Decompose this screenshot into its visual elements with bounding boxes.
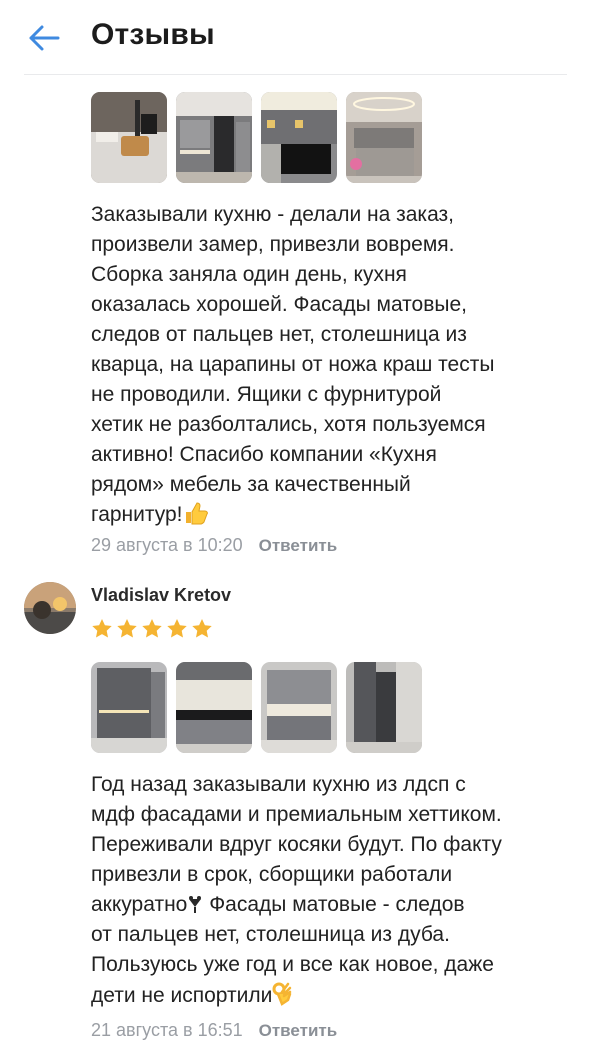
- review-text: Заказывали кухню - делали на заказ, прои…: [91, 203, 495, 526]
- kitchen-photo[interactable]: [176, 662, 252, 753]
- review-author[interactable]: Vladislav Kretov: [91, 585, 231, 606]
- star-icon: [142, 619, 162, 638]
- page-title: Отзывы: [91, 18, 215, 51]
- thumbs-up-icon: [185, 502, 208, 525]
- review-date: 29 августа в 10:20: [91, 535, 243, 555]
- review-photos: [91, 662, 422, 753]
- back-button[interactable]: [22, 18, 66, 58]
- star-icon: [117, 619, 137, 638]
- review-text: Год назад заказывали кухню из лдсп с мдф…: [91, 770, 571, 1011]
- review-text-line: мдф фасадами и премиальным хеттиком.: [91, 803, 502, 826]
- kitchen-photo[interactable]: [346, 92, 422, 183]
- rating-stars: [90, 617, 214, 641]
- review-photos: [91, 92, 422, 183]
- review-date: 21 августа в 16:51: [91, 1020, 243, 1040]
- review-text-line: Пользуюсь уже год и все как новое, даже: [91, 953, 494, 976]
- star-icon: [192, 619, 212, 638]
- app-header: Отзывы: [0, 0, 591, 74]
- review-text-line: дети не испортили: [91, 980, 571, 1011]
- kitchen-photo[interactable]: [176, 92, 252, 183]
- review-meta: 21 августа в 16:51 Ответить: [91, 1020, 337, 1041]
- reply-button[interactable]: Ответить: [259, 1021, 338, 1041]
- reply-button[interactable]: Ответить: [259, 536, 338, 556]
- sparkle-icon: [189, 896, 202, 913]
- ok-hand-icon: [272, 982, 292, 1006]
- kitchen-photo[interactable]: [91, 92, 167, 183]
- review-text-line: от пальцев нет, столешница из дуба.: [91, 923, 450, 946]
- review-text-line: Год назад заказывали кухню из лдсп с: [91, 773, 466, 796]
- kitchen-photo[interactable]: [91, 662, 167, 753]
- review-meta: 29 августа в 10:20 Ответить: [91, 535, 337, 556]
- avatar[interactable]: [24, 582, 76, 634]
- review-text-line: аккуратно Фасады матовые - следов: [91, 893, 465, 916]
- arrow-left-icon: [29, 25, 60, 51]
- kitchen-photo[interactable]: [346, 662, 422, 753]
- star-icon: [167, 619, 187, 638]
- review-text-line: привезли в срок, сборщики работали: [91, 863, 453, 886]
- kitchen-photo[interactable]: [261, 662, 337, 753]
- review-text-line: Переживали вдруг косяки будут. По факту: [91, 833, 502, 856]
- kitchen-photo[interactable]: [261, 92, 337, 183]
- header-divider: [24, 74, 567, 75]
- star-icon: [92, 619, 112, 638]
